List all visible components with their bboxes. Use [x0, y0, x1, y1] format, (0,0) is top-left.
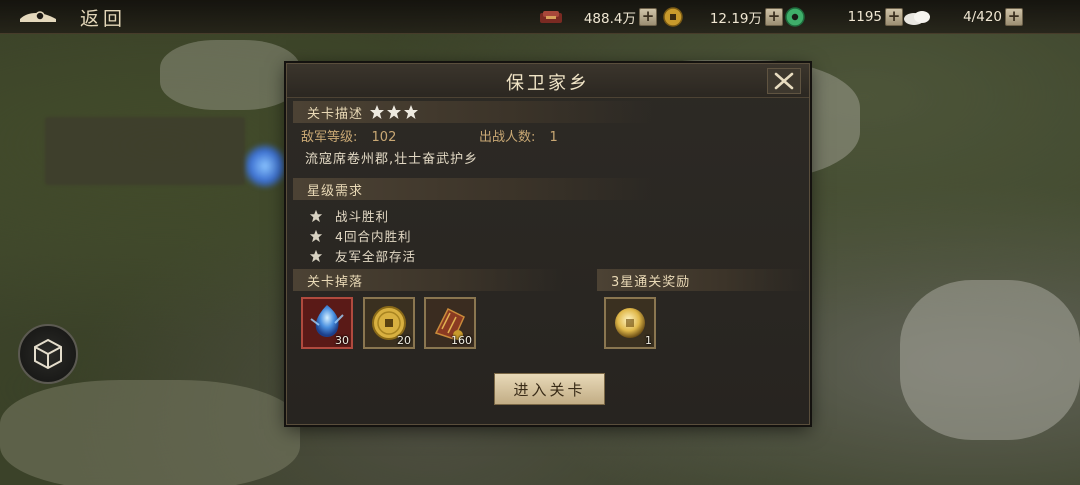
- map-terrain: [160, 40, 300, 110]
- troop-count-label: 出战人数:: [479, 130, 536, 145]
- resource-copper: 12.19万 +: [660, 6, 783, 28]
- stage-dialog: 保卫家乡 关卡描述 敌军等级: 102 出战人数: 1 流寇席卷州郡,壮士奋武护…: [286, 63, 810, 425]
- requirement-item: 友军全部存活: [309, 246, 416, 265]
- requirements-label: 星级需求: [307, 183, 364, 199]
- add-jade-button[interactable]: +: [885, 8, 903, 26]
- troops-icon: [902, 7, 932, 27]
- enter-stage-button[interactable]: 进入关卡: [494, 373, 605, 405]
- star-icon: [370, 105, 385, 119]
- map-city-label: [45, 117, 245, 185]
- campaign-map-button[interactable]: [18, 324, 78, 384]
- resource-troops: 4/420 +: [902, 6, 1023, 28]
- reward-label: 3星通关奖励: [611, 274, 691, 290]
- map-glow-marker: [245, 142, 285, 190]
- back-label: 返回: [80, 7, 127, 30]
- star-icon: [309, 209, 323, 222]
- description-section-header: 关卡描述: [293, 101, 653, 123]
- drop-item-count: 160: [451, 334, 472, 347]
- drop-item-count: 30: [335, 334, 349, 347]
- requirement-item: 战斗胜利: [309, 206, 389, 225]
- drops-section-header: 关卡掉落: [293, 269, 563, 291]
- silver-ingot-icon: [538, 7, 564, 27]
- back-arrow-icon: [20, 11, 56, 22]
- map-terrain: [0, 380, 300, 485]
- requirement-text: 友军全部存活: [335, 249, 417, 264]
- add-troops-button[interactable]: +: [1005, 8, 1023, 26]
- requirements-section-header: 星级需求: [293, 178, 653, 200]
- drops-label: 关卡掉落: [307, 274, 364, 290]
- star-icon: [404, 105, 419, 119]
- drop-item[interactable]: 160: [424, 297, 476, 349]
- requirement-item: 4回合内胜利: [309, 226, 411, 245]
- enemy-level-value: 102: [371, 130, 397, 145]
- reward-item-count: 1: [645, 334, 652, 347]
- troop-count: 出战人数: 1: [479, 126, 558, 145]
- enemy-level-label: 敌军等级:: [301, 130, 358, 145]
- dialog-title: 保卫家乡: [506, 73, 590, 94]
- resource-silver: 488.4万 +: [538, 6, 657, 28]
- add-silver-button[interactable]: +: [639, 8, 657, 26]
- dialog-header: 保卫家乡: [287, 64, 809, 98]
- reward-item[interactable]: 1: [604, 297, 656, 349]
- close-icon: [774, 72, 794, 90]
- back-button[interactable]: 返回: [16, 4, 126, 30]
- drop-item[interactable]: 20: [363, 297, 415, 349]
- map-terrain: [900, 280, 1080, 440]
- star-icon: [309, 249, 323, 262]
- cube-icon: [34, 338, 62, 370]
- description-label: 关卡描述: [307, 106, 364, 122]
- drop-item[interactable]: 30: [301, 297, 353, 349]
- jade-value: 1195: [847, 9, 882, 25]
- resource-jade: 1195 +: [782, 6, 903, 28]
- stage-stars: [369, 104, 419, 120]
- troop-count-value: 1: [549, 130, 558, 145]
- star-icon: [387, 105, 402, 119]
- copper-value: 12.19万: [709, 11, 762, 27]
- jade-disc-icon: [782, 7, 808, 27]
- enemy-level: 敌军等级: 102: [301, 126, 396, 145]
- close-button[interactable]: [767, 68, 801, 94]
- copper-coin-icon: [660, 7, 686, 27]
- add-copper-button[interactable]: +: [765, 8, 783, 26]
- requirement-text: 战斗胜利: [335, 209, 390, 224]
- troops-value: 4/420: [963, 9, 1002, 25]
- requirement-text: 4回合内胜利: [335, 229, 412, 244]
- top-bar: 返回 488.4万 + 12.19万 + 1195 + 4/420 +: [0, 0, 1080, 34]
- stage-description-text: 流寇席卷州郡,壮士奋武护乡: [305, 152, 479, 167]
- reward-section-header: 3星通关奖励: [597, 269, 807, 291]
- drop-item-count: 20: [397, 334, 411, 347]
- silver-value: 488.4万: [583, 11, 636, 27]
- star-icon: [309, 229, 323, 242]
